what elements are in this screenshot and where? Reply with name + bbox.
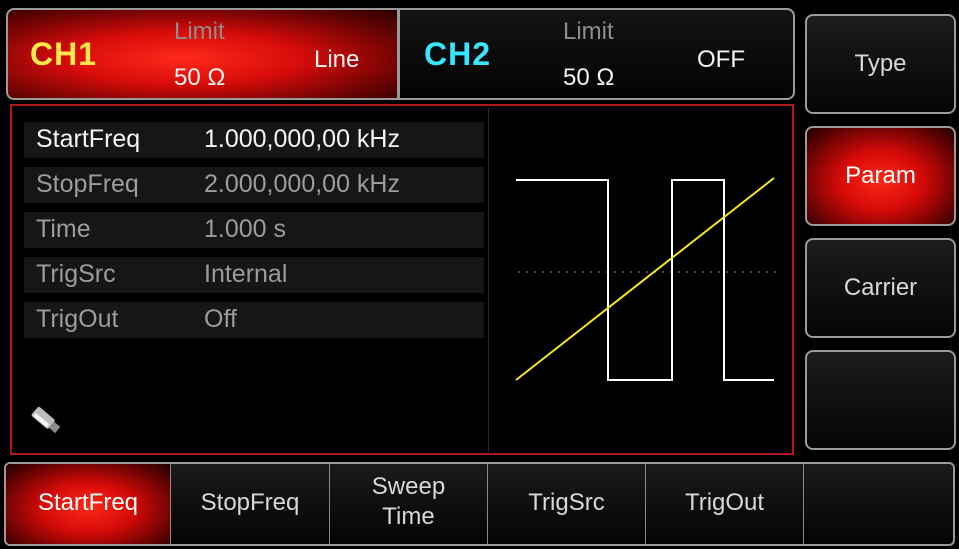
ch2-impedance: 50 Ω [563,64,615,91]
ch2-limit: Limit [563,18,614,45]
ch1-mode: Line [314,46,360,73]
param-label: TrigSrc [36,260,116,288]
param-softkey[interactable]: Param [805,126,956,226]
sweep-time-line1: Sweep [371,473,446,500]
param-value: Off [204,305,237,333]
ch2-mode: OFF [697,46,745,73]
ch1-impedance: 50 Ω [174,64,226,91]
param-row-stopfreq[interactable]: StopFreq 2.000,000,00 kHz [24,167,484,203]
startfreq-softkey[interactable]: StartFreq [6,464,171,544]
empty-softkey[interactable] [805,350,956,450]
sweep-time-line2: Time [382,503,435,530]
empty-bottom-softkey[interactable] [804,464,953,544]
sweep-waveform-display [515,177,778,381]
generator-screen: CH1 Limit 50 Ω Line CH2 Limit 50 Ω OFF S… [0,0,959,549]
usb-drive-icon [31,406,61,434]
param-row-trigsrc[interactable]: TrigSrc Internal [24,257,484,293]
param-label: TrigOut [36,305,119,333]
sweep-time-softkey[interactable]: Sweep Time [330,464,488,544]
param-value: 2.000,000,00 kHz [204,170,400,198]
bottom-softkey-bar: StartFreq StopFreq Sweep Time TrigSrc Tr… [4,462,955,546]
channel-2-tab[interactable]: CH2 Limit 50 Ω OFF [399,8,795,100]
param-value: 1.000 s [204,215,287,243]
param-row-time[interactable]: Time 1.000 s [24,212,484,248]
ch2-label: CH2 [424,36,492,72]
param-label: Time [36,215,91,243]
type-softkey[interactable]: Type [805,14,956,114]
param-row-startfreq[interactable]: StartFreq 1.000,000,00 kHz [24,122,484,158]
stopfreq-softkey[interactable]: StopFreq [171,464,330,544]
trigsrc-softkey[interactable]: TrigSrc [488,464,646,544]
param-label: StopFreq [36,170,139,198]
sweep-parameter-panel: StartFreq 1.000,000,00 kHz StopFreq 2.00… [10,104,794,455]
param-label: StartFreq [36,125,141,153]
trigout-softkey[interactable]: TrigOut [646,464,804,544]
carrier-softkey[interactable]: Carrier [805,238,956,338]
sweep-ramp-line [515,177,775,381]
ch1-limit: Limit [174,18,225,45]
ch1-label: CH1 [30,36,98,72]
channel-1-tab[interactable]: CH1 Limit 50 Ω Line [6,8,399,100]
param-value: 1.000,000,00 kHz [204,125,400,153]
panel-divider [488,108,489,451]
param-row-trigout[interactable]: TrigOut Off [24,302,484,338]
param-value: Internal [204,260,288,288]
